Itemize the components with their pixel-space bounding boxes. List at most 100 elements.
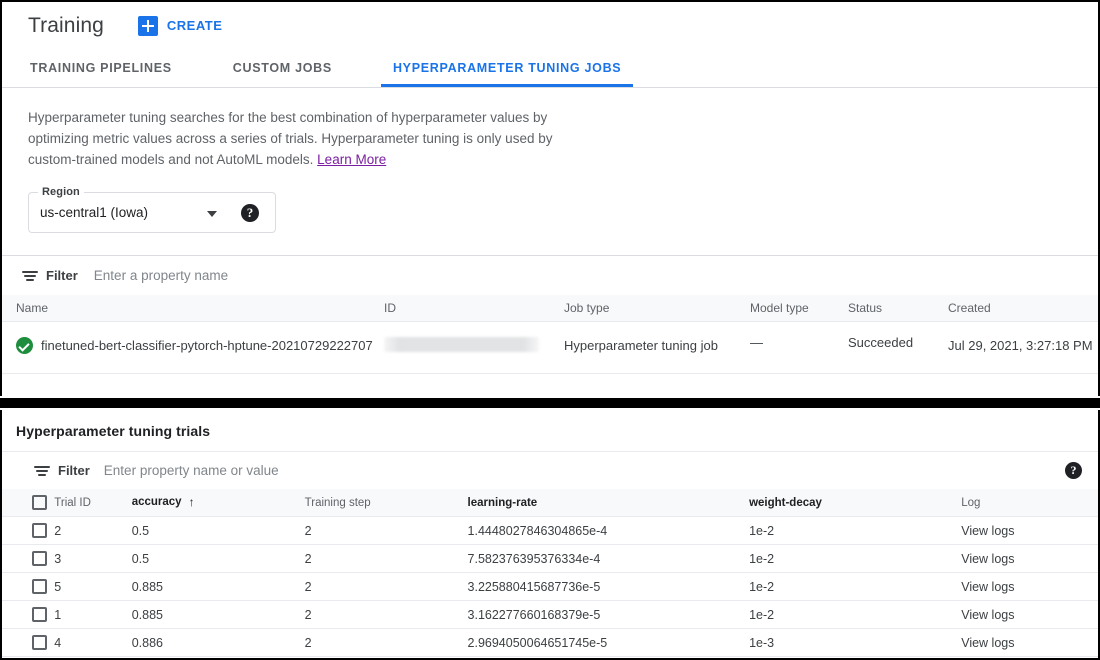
trials-filter-input[interactable]: Enter property name or value <box>104 463 279 478</box>
job-name-cell: finetuned-bert-classifier-pytorch-hptune… <box>16 335 384 356</box>
plus-icon <box>137 15 158 36</box>
table-row[interactable]: 3 0.5 2 7.582376395376334e-4 1e-2 View l… <box>2 544 1098 573</box>
region-label: Region <box>38 186 84 198</box>
filter-icon[interactable] <box>22 269 38 283</box>
trial-id-value: 2 <box>54 516 132 545</box>
table-row[interactable]: 4 0.886 2 2.9694050064651745e-5 1e-3 Vie… <box>2 628 1098 657</box>
accuracy-value: 0.885 <box>131 572 305 601</box>
jobs-filter-input[interactable]: Enter a property name <box>94 268 228 283</box>
status-value: Succeeded <box>848 321 948 374</box>
model-type-value: — <box>750 321 848 374</box>
weight-decay-value: 1e-2 <box>749 572 962 601</box>
accuracy-value: 0.5 <box>131 516 305 545</box>
column-header-model-type[interactable]: Model type <box>750 295 848 322</box>
row-checkbox[interactable] <box>32 551 47 567</box>
trials-filter-bar: Filter Enter property name or value ? <box>2 451 1098 489</box>
trial-id-value: 1 <box>54 600 132 629</box>
table-row[interactable]: 2 0.5 2 1.4448027846304865e-4 1e-2 View … <box>2 516 1098 545</box>
jobs-table: Name ID Job type Model type Status Creat… <box>2 295 1098 374</box>
view-logs-link[interactable]: View logs <box>961 552 1014 566</box>
region-select[interactable]: Region us-central1 (Iowa) ? <box>28 186 276 233</box>
description-body: Hyperparameter tuning searches for the b… <box>28 110 553 167</box>
table-row[interactable]: 5 0.885 2 3.225880415687736e-5 1e-2 View… <box>2 572 1098 601</box>
trials-panel-title: Hyperparameter tuning trials <box>16 423 211 439</box>
column-header-log[interactable]: Log <box>961 489 1098 517</box>
tab-label: CUSTOM JOBS <box>232 61 332 75</box>
column-header-job-type[interactable]: Job type <box>564 295 750 322</box>
learn-more-link[interactable]: Learn More <box>317 152 386 167</box>
accuracy-value: 0.885 <box>131 600 305 629</box>
training-step-value: 2 <box>304 572 468 601</box>
learning-rate-value: 3.162277660168379e-5 <box>467 600 750 629</box>
row-checkbox[interactable] <box>32 523 47 539</box>
tab-label: HYPERPARAMETER TUNING JOBS <box>392 61 622 75</box>
row-checkbox[interactable] <box>32 635 47 651</box>
sort-ascending-icon: ↑ <box>188 495 195 510</box>
job-type-value: Hyperparameter tuning job <box>564 338 718 353</box>
trials-table: Trial ID accuracy ↑ Training step learnin… <box>2 489 1098 657</box>
column-header-accuracy-label: accuracy <box>131 496 182 509</box>
chevron-down-icon[interactable] <box>207 211 217 217</box>
create-button[interactable]: CREATE <box>137 15 223 36</box>
filter-icon[interactable] <box>34 464 50 478</box>
region-value: us-central1 (Iowa) <box>40 205 149 220</box>
learning-rate-value: 7.582376395376334e-4 <box>467 544 750 573</box>
trial-id-value: 3 <box>54 544 132 573</box>
training-step-value: 2 <box>304 600 468 629</box>
trials-panel: Hyperparameter tuning trials Filter Ente… <box>0 410 1100 660</box>
help-icon[interactable]: ? <box>241 204 259 222</box>
training-step-value: 2 <box>304 516 468 545</box>
filter-label: Filter <box>58 463 90 478</box>
tab-training-pipelines[interactable]: TRAINING PIPELINES <box>28 49 174 87</box>
view-logs-link[interactable]: View logs <box>961 636 1014 650</box>
success-check-icon <box>16 337 33 354</box>
jobs-filter-bar: Filter Enter a property name <box>2 255 1098 295</box>
trial-id-value: 5 <box>54 572 132 601</box>
row-checkbox[interactable] <box>32 579 47 595</box>
column-header-created[interactable]: Created <box>948 295 1098 322</box>
trial-id-value: 4 <box>54 628 132 657</box>
accuracy-value: 0.886 <box>131 628 305 657</box>
description-text: Hyperparameter tuning searches for the b… <box>28 107 573 170</box>
trials-header-row: Trial ID accuracy ↑ Training step learnin… <box>2 489 1098 517</box>
help-icon[interactable]: ? <box>1065 462 1082 479</box>
column-header-status[interactable]: Status <box>848 295 948 322</box>
page-header: Training CREATE <box>2 2 1098 49</box>
column-header-name[interactable]: Name <box>2 295 384 322</box>
description-section: Hyperparameter tuning searches for the b… <box>2 88 1098 170</box>
tab-label: TRAINING PIPELINES <box>30 61 172 75</box>
column-header-weight-decay[interactable]: weight-decay <box>749 489 962 517</box>
table-row[interactable]: 1 0.885 2 3.162277660168379e-5 1e-2 View… <box>2 600 1098 629</box>
training-page: Training CREATE TRAINING PIPELINES CUSTO… <box>0 0 1100 660</box>
column-header-trial-id[interactable]: Trial ID <box>54 489 132 517</box>
page-title: Training <box>28 13 104 37</box>
tab-bar: TRAINING PIPELINES CUSTOM JOBS HYPERPARA… <box>2 49 1098 88</box>
training-step-value: 2 <box>304 544 468 573</box>
trials-table-body: 2 0.5 2 1.4448027846304865e-4 1e-2 View … <box>2 516 1098 657</box>
panel-separator <box>0 396 1100 410</box>
row-checkbox[interactable] <box>32 607 47 623</box>
job-name-link[interactable]: finetuned-bert-classifier-pytorch-hptune… <box>41 335 373 356</box>
column-header-accuracy[interactable]: accuracy ↑ <box>131 489 305 517</box>
weight-decay-value: 1e-2 <box>749 544 962 573</box>
job-id-redacted <box>384 337 539 352</box>
column-header-id[interactable]: ID <box>384 295 564 322</box>
tab-hyperparameter-tuning-jobs[interactable]: HYPERPARAMETER TUNING JOBS <box>380 49 634 87</box>
region-section: Region us-central1 (Iowa) ? <box>2 170 1098 233</box>
table-row[interactable]: finetuned-bert-classifier-pytorch-hptune… <box>2 321 1098 374</box>
view-logs-link[interactable]: View logs <box>961 608 1014 622</box>
column-header-learning-rate[interactable]: learning-rate <box>467 489 750 517</box>
created-value: Jul 29, 2021, 3:27:18 PM <box>948 338 1093 353</box>
learning-rate-value: 3.225880415687736e-5 <box>467 572 750 601</box>
create-button-label: CREATE <box>166 18 223 33</box>
view-logs-link[interactable]: View logs <box>961 580 1014 594</box>
weight-decay-value: 1e-2 <box>749 600 962 629</box>
tab-custom-jobs[interactable]: CUSTOM JOBS <box>231 49 334 87</box>
accuracy-value: 0.5 <box>131 544 305 573</box>
view-logs-link[interactable]: View logs <box>961 524 1014 538</box>
jobs-table-header-row: Name ID Job type Model type Status Creat… <box>2 295 1098 322</box>
column-header-training-step[interactable]: Training step <box>304 489 468 517</box>
select-all-checkbox[interactable] <box>32 495 47 510</box>
learning-rate-value: 2.9694050064651745e-5 <box>467 628 750 657</box>
weight-decay-value: 1e-2 <box>749 516 962 545</box>
